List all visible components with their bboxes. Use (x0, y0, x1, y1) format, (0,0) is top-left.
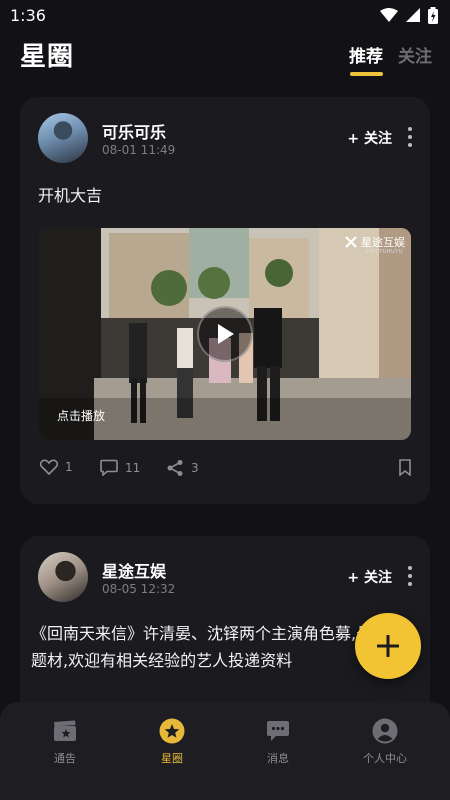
wifi-icon (380, 8, 398, 22)
tab-recommend[interactable]: 推荐 (349, 42, 383, 67)
more-options-icon[interactable] (408, 127, 412, 147)
post-text: 开机大吉 (38, 186, 103, 205)
chat-bubble-icon (265, 718, 291, 744)
share-button[interactable]: 3 (166, 459, 199, 477)
post-actions: 1 11 3 (20, 459, 430, 483)
status-time: 1:36 (10, 5, 46, 25)
nav-label: 个人中心 (363, 752, 407, 765)
post-time: 08-05 12:32 (102, 582, 176, 596)
nav-label: 通告 (54, 752, 76, 765)
nav-item-notice[interactable]: 通告 (20, 718, 110, 766)
star-circle-icon (159, 718, 185, 744)
nav-label: 消息 (267, 752, 289, 765)
clapperboard-icon (52, 718, 78, 744)
avatar[interactable] (38, 113, 88, 163)
post-text: 《回南天来信》许清晏、沈铎两个主演角色募,悬疑题材,欢迎有相关经验的艺人投递资料 (31, 624, 389, 670)
post-card[interactable]: 可乐可乐 08-01 11:49 + 关注 开机大吉 星途互娱 XINGTUHU… (20, 97, 430, 504)
follow-button[interactable]: + 关注 (347, 567, 392, 587)
tab-follow[interactable]: 关注 (398, 42, 432, 67)
author-name[interactable]: 星途互娱 (102, 558, 166, 582)
play-icon (218, 324, 234, 344)
page-title: 星圈 (20, 42, 75, 72)
watermark-logo-icon (345, 236, 357, 248)
share-count: 3 (191, 461, 199, 475)
heart-icon (40, 459, 58, 475)
header: 星圈 推荐 关注 (0, 30, 450, 86)
comment-count: 11 (125, 460, 141, 475)
like-count: 1 (65, 460, 73, 474)
play-button[interactable] (197, 306, 253, 362)
watermark-text: 星途互娱 (361, 236, 405, 249)
nav-item-star-circle[interactable]: 星圈 (127, 718, 217, 766)
bookmark-icon (399, 459, 411, 476)
status-bar: 1:36 (0, 0, 450, 30)
video-watermark: 星途互娱 (345, 234, 405, 250)
watermark-subtext: XINGTUHUYU (364, 249, 403, 255)
author-name[interactable]: 可乐可乐 (102, 119, 166, 143)
share-icon (167, 460, 183, 476)
tab-indicator (350, 72, 383, 76)
signal-icon (406, 8, 420, 22)
follow-button[interactable]: + 关注 (347, 128, 392, 148)
user-circle-icon (372, 718, 398, 744)
nav-item-message[interactable]: 消息 (233, 718, 323, 766)
comment-button[interactable]: 11 (100, 459, 140, 476)
bottom-nav: 通告 星圈 消息 个人中心 (0, 702, 450, 800)
avatar[interactable] (38, 552, 88, 602)
more-options-icon[interactable] (408, 566, 412, 586)
nav-item-profile[interactable]: 个人中心 (340, 718, 430, 766)
nav-label: 星圈 (161, 752, 183, 765)
plus-icon (377, 635, 399, 657)
video-play-label[interactable]: 点击播放 (57, 407, 105, 424)
post-time: 08-01 11:49 (102, 143, 176, 157)
video-player[interactable]: 星途互娱 XINGTUHUYU 点击播放 (39, 228, 411, 440)
bookmark-button[interactable] (398, 459, 412, 476)
create-post-button[interactable] (355, 613, 421, 679)
comment-icon (100, 459, 118, 476)
status-icons (380, 6, 438, 24)
like-button[interactable]: 1 (40, 459, 73, 475)
battery-icon (428, 6, 438, 24)
